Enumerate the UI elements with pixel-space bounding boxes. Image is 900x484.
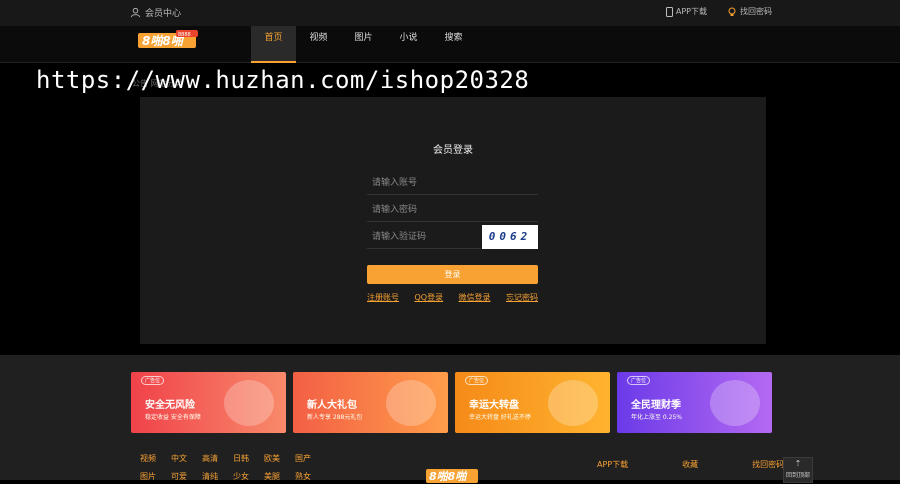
login-title: 会员登录 bbox=[433, 145, 473, 156]
footer-right-links: APP下载 收藏 找回密码 bbox=[597, 459, 784, 470]
main-nav: 首页 视频 图片 小说 搜索 bbox=[251, 26, 476, 63]
bulb-icon bbox=[728, 7, 736, 16]
nav-search[interactable]: 搜索 bbox=[431, 26, 476, 63]
footer-link[interactable]: 中文 bbox=[171, 453, 202, 464]
footer-link[interactable]: 高清 bbox=[202, 453, 233, 464]
footer-link[interactable]: 日韩 bbox=[233, 453, 264, 464]
login-panel: 会员登录 请输入账号 请输入密码 请输入验证码 0062 登录 注册账号 QQ登… bbox=[140, 97, 766, 344]
footer-link[interactable]: 熟女 bbox=[295, 471, 326, 482]
member-center-label: 会员中心 bbox=[145, 9, 182, 19]
banner-finance[interactable]: 广告位 全民理财季 年化上涨至 0.25% bbox=[617, 372, 772, 433]
back-to-top-button[interactable]: ⇡ 回到顶部 bbox=[783, 457, 813, 483]
banner-tag: 广告位 bbox=[465, 376, 489, 385]
banner-subtitle: 年化上涨至 0.25% bbox=[631, 414, 682, 421]
account-input[interactable]: 请输入账号 bbox=[367, 171, 538, 195]
phone-icon bbox=[665, 6, 673, 17]
find-password-link[interactable]: 找回密码 bbox=[727, 6, 772, 17]
gift-box-illustration bbox=[386, 380, 436, 426]
captcha-image[interactable]: 0062 bbox=[482, 225, 538, 249]
wheel-illustration bbox=[548, 380, 598, 426]
banner-safe[interactable]: 广告位 安全无风险 稳定收益 安全有保障 bbox=[131, 372, 286, 433]
banner-subtitle: 稳定收益 安全有保障 bbox=[145, 414, 201, 421]
banner-title: 安全无风险 bbox=[145, 400, 195, 411]
banner-row: 广告位 安全无风险 稳定收益 安全有保障 新人大礼包 新人专享 288元礼包 广… bbox=[131, 372, 772, 433]
banner-subtitle: 新人专享 288元礼包 bbox=[307, 414, 363, 421]
footer-link[interactable]: 少女 bbox=[233, 471, 264, 482]
site-logo[interactable]: 8啪8啪 8888 bbox=[136, 30, 200, 50]
umbrella-illustration bbox=[224, 380, 274, 426]
banner-title: 全民理财季 bbox=[631, 400, 681, 411]
password-input[interactable]: 请输入密码 bbox=[367, 198, 538, 222]
footer-link[interactable]: 视频 bbox=[140, 453, 171, 464]
login-button[interactable]: 登录 bbox=[367, 265, 538, 284]
banner-subtitle: 幸运大转盘 好礼送不停 bbox=[469, 414, 531, 421]
wechat-login-link[interactable]: 微信登录 bbox=[459, 292, 491, 303]
banner-gift[interactable]: 新人大礼包 新人专享 288元礼包 bbox=[293, 372, 448, 433]
user-icon bbox=[130, 7, 141, 18]
footer-favorite[interactable]: 收藏 bbox=[682, 459, 698, 470]
footer-link[interactable]: 可爱 bbox=[171, 471, 202, 482]
nav-home[interactable]: 首页 bbox=[251, 26, 296, 63]
svg-text:8888: 8888 bbox=[178, 32, 191, 38]
banner-wheel[interactable]: 广告位 幸运大转盘 幸运大转盘 好礼送不停 bbox=[455, 372, 610, 433]
qq-login-link[interactable]: QQ登录 bbox=[414, 292, 443, 303]
footer-links: 视频 中文 高清 日韩 欧美 国产 图片 可爱 清纯 少女 美腿 熟女 bbox=[140, 453, 326, 482]
member-center-link[interactable]: 会员中心 bbox=[130, 6, 181, 19]
banner-tag: 广告位 bbox=[141, 376, 165, 385]
nav-video[interactable]: 视频 bbox=[296, 26, 341, 63]
app-download-link[interactable]: APP下载 bbox=[665, 6, 707, 17]
arrow-up-icon: ⇡ bbox=[794, 459, 802, 468]
forgot-password-link[interactable]: 忘记密码 bbox=[506, 292, 538, 303]
svg-text:8啪8啪: 8啪8啪 bbox=[429, 470, 468, 483]
footer-link[interactable]: 国产 bbox=[295, 453, 326, 464]
banner-title: 新人大礼包 bbox=[307, 400, 357, 411]
watermark-url: https://www.huzhan.com/ishop20328 bbox=[36, 66, 530, 94]
find-password-label: 找回密码 bbox=[740, 7, 772, 16]
footer-find-password[interactable]: 找回密码 bbox=[752, 459, 784, 470]
top-bar: 会员中心 APP下载 找回密码 bbox=[0, 0, 900, 26]
banner-title: 幸运大转盘 bbox=[469, 400, 519, 411]
footer-link[interactable]: 美腿 bbox=[264, 471, 295, 482]
register-link[interactable]: 注册账号 bbox=[367, 292, 399, 303]
footer-link[interactable]: 清纯 bbox=[202, 471, 233, 482]
app-download-label: APP下载 bbox=[675, 7, 707, 16]
footer-link[interactable]: 图片 bbox=[140, 471, 171, 482]
banner-tag: 广告位 bbox=[627, 376, 651, 385]
footer-app-download[interactable]: APP下载 bbox=[597, 459, 628, 470]
footer-logo: 8啪8啪 bbox=[426, 469, 478, 483]
captcha-input[interactable]: 请输入验证码 bbox=[367, 225, 481, 249]
alt-login-links: 注册账号 QQ登录 微信登录 忘记密码 bbox=[367, 292, 538, 303]
nav-novels[interactable]: 小说 bbox=[386, 26, 431, 63]
back-to-top-label: 回到顶部 bbox=[785, 472, 810, 479]
laptop-illustration bbox=[710, 380, 760, 426]
footer-link[interactable]: 欧美 bbox=[264, 453, 295, 464]
nav-images[interactable]: 图片 bbox=[341, 26, 386, 63]
